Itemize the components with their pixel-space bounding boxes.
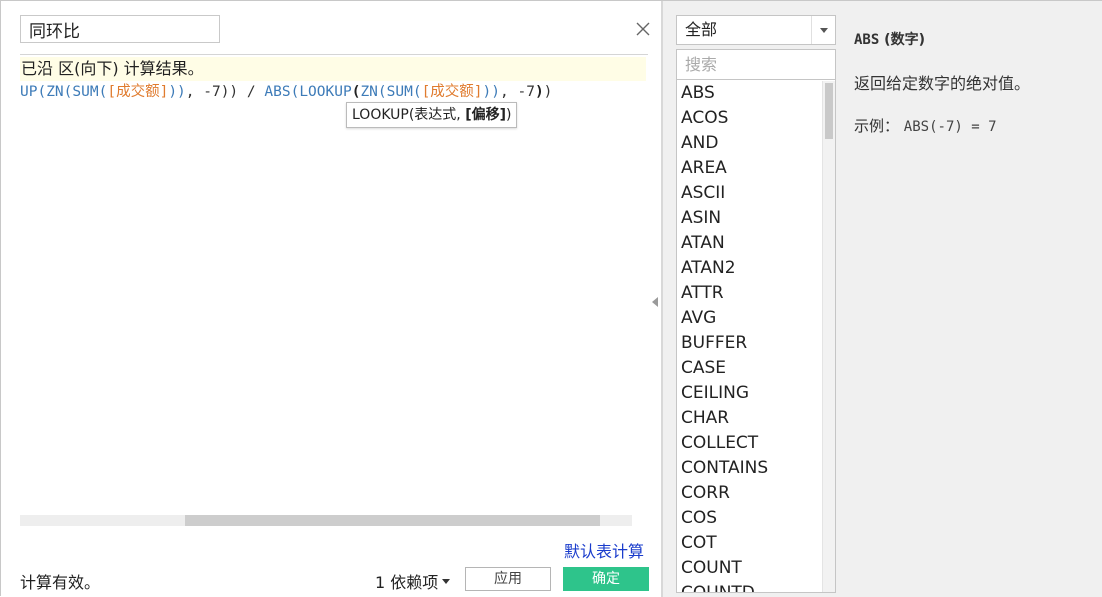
code-token: [成交额] [421, 84, 483, 100]
code-token: , -7 [500, 84, 535, 100]
code-token: [成交额] [107, 84, 169, 100]
example-label: 示例： [854, 117, 900, 135]
select-arrow[interactable] [811, 16, 835, 44]
function-list-item[interactable]: COUNT [677, 556, 822, 581]
tooltip-signature-suffix: ) [506, 107, 512, 123]
code-token: ABS [264, 84, 291, 100]
code-token: ZN [46, 84, 64, 100]
tooltip-signature-prefix: LOOKUP(表达式, [352, 107, 466, 123]
example-code: ABS(-7) = 7 [903, 119, 997, 135]
code-token: )) [168, 84, 186, 100]
function-list-item[interactable]: CHAR [677, 406, 822, 431]
dependencies-label: 1 依赖项 [375, 573, 439, 592]
horizontal-scrollbar[interactable] [20, 515, 632, 526]
function-list-item[interactable]: ASCII [677, 181, 822, 206]
calc-direction-hint: 已沿 区(向下) 计算结果。 [20, 57, 646, 81]
code-token: ) [543, 84, 553, 100]
code-token: LOOKUP [299, 84, 352, 100]
code-token: SUM [72, 84, 99, 100]
apply-button[interactable]: 应用 [465, 567, 551, 591]
vertical-scrollbar[interactable] [822, 81, 835, 592]
close-button[interactable] [631, 17, 655, 41]
function-list[interactable]: ABS ACOS AND AREA ASCII ASIN ATAN ATAN2 ATTR AVG B… [677, 81, 822, 592]
function-title-args: (数字) [884, 32, 925, 48]
function-search-input[interactable] [677, 50, 835, 80]
close-icon [636, 22, 650, 36]
horizontal-scrollbar-thumb[interactable] [185, 515, 600, 526]
code-token: ZN [360, 84, 378, 100]
formula-pane: 已沿 区(向下) 计算结果。 UP(ZN(SUM([成交额])), -7)) /… [1, 1, 661, 597]
function-list-item[interactable]: COS [677, 506, 822, 531]
function-list-item[interactable]: ASIN [677, 206, 822, 231]
default-table-calc-link[interactable]: 默认表计算 [564, 538, 644, 562]
function-list-item[interactable]: CASE [677, 356, 822, 381]
dependencies-dropdown[interactable]: 1 依赖项 [375, 569, 451, 593]
formula-code-line[interactable]: UP(ZN(SUM([成交额])), -7)) / ABS(LOOKUP(ZN(… [20, 81, 552, 103]
code-token: UP [20, 84, 38, 100]
tooltip-current-arg: [偏移] [465, 107, 506, 123]
ok-button[interactable]: 确定 [563, 567, 649, 591]
function-list-item[interactable]: CORR [677, 481, 822, 506]
function-reference-pane: 全部 ABSACOSANDAREAASCIIASINATANATAN2ATTRA… [663, 1, 1102, 597]
chevron-down-icon [819, 27, 828, 33]
code-token: , -7)) [185, 84, 239, 100]
function-signature-tooltip: LOOKUP(表达式, [偏移]) [346, 102, 518, 128]
function-list-item[interactable]: COUNTD [677, 581, 822, 592]
function-list-item[interactable]: ATAN [677, 231, 822, 256]
function-list-item[interactable]: BUFFER [677, 331, 822, 356]
code-token: / [238, 84, 265, 100]
function-list-item[interactable]: AREA [677, 156, 822, 181]
function-example: 示例： ABS(-7) = 7 [854, 115, 997, 136]
collapse-panel-icon[interactable] [652, 297, 658, 307]
chevron-down-icon [442, 578, 451, 584]
code-token: ( [37, 84, 47, 100]
code-token: ( [377, 84, 387, 100]
function-list-item[interactable]: ACOS [677, 106, 822, 131]
function-list-item[interactable]: AND [677, 131, 822, 156]
code-token: ) [534, 84, 544, 100]
divider [20, 54, 648, 55]
function-category-value: 全部 [685, 20, 718, 39]
function-title: ABS (数字) [854, 29, 925, 49]
function-list-panel: ABSACOSANDAREAASCIIASINATANATAN2ATTRAVGB… [676, 49, 836, 593]
code-token: )) [482, 84, 501, 100]
function-category-select[interactable]: 全部 [676, 15, 836, 45]
function-list-item[interactable]: CONTAINS [677, 456, 822, 481]
code-token: ( [412, 84, 422, 100]
function-list-item[interactable]: AVG [677, 306, 822, 331]
validation-status: 计算有效。 [20, 573, 101, 592]
calc-name-input[interactable] [20, 15, 220, 43]
function-list-item[interactable]: ATTR [677, 281, 822, 306]
function-list-item[interactable]: COT [677, 531, 822, 556]
function-description-text: 返回给定数字的绝对值。 [854, 74, 1031, 93]
formula-editor[interactable]: 已沿 区(向下) 计算结果。 UP(ZN(SUM([成交额])), -7)) /… [20, 57, 646, 507]
function-list-item[interactable]: COLLECT [677, 431, 822, 456]
function-list-item[interactable]: ABS [677, 81, 822, 106]
calculation-editor-dialog: 已沿 区(向下) 计算结果。 UP(ZN(SUM([成交额])), -7)) /… [0, 0, 1102, 597]
vertical-scrollbar-thumb[interactable] [825, 83, 833, 139]
function-list-item[interactable]: ATAN2 [677, 256, 822, 281]
function-list-item[interactable]: CEILING [677, 381, 822, 406]
function-title-name: ABS [854, 32, 880, 48]
code-token: ( [290, 84, 300, 100]
code-token: SUM [386, 84, 413, 100]
